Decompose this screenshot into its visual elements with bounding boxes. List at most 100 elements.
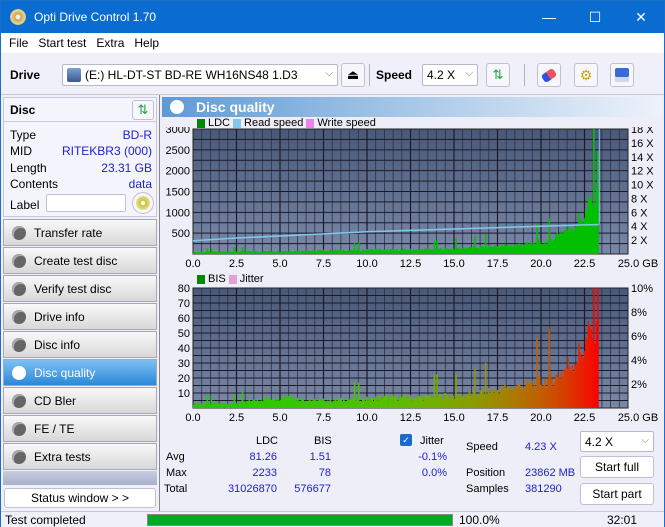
samples-label: Samples — [466, 483, 509, 495]
speed-value: 4.2 X — [427, 68, 456, 82]
type-value: BD-R — [122, 128, 152, 142]
nav-create-test-disc[interactable]: Create test disc — [3, 247, 157, 274]
x-tick-label: 2.5 — [229, 258, 244, 270]
nav-label: FE / TE — [34, 421, 75, 436]
nav-drive-info[interactable]: Drive info — [3, 303, 157, 330]
y2-tick-label: 4% — [631, 355, 647, 367]
nav-fe-te[interactable]: FE / TE — [3, 415, 157, 442]
refresh-arrows-icon: ⇅ — [492, 67, 504, 82]
eject-icon: ⏏ — [346, 67, 360, 82]
eject-button[interactable]: ⏏ — [341, 63, 365, 87]
nav-spacer — [3, 471, 157, 485]
x-tick-label: 15.0 — [443, 258, 464, 270]
x-tick-label: 7.5 — [316, 412, 331, 424]
gears-icon: ⚙ — [579, 66, 593, 83]
y2-tick-label: 16 X — [631, 138, 654, 150]
y2-tick-label: 8 X — [631, 193, 648, 205]
y2-tick-label: 14 X — [631, 152, 654, 164]
y2-tick-label: 6% — [631, 331, 647, 343]
disc-gear-icon — [12, 281, 26, 296]
y2-tick-label: 8% — [631, 307, 647, 319]
start-part-button[interactable]: Start part — [580, 483, 654, 505]
menu-bar: File Start test Extra Help — [1, 33, 664, 53]
x-tick-label: 22.5 — [574, 258, 595, 270]
x-tick-label: 0.0 — [185, 412, 200, 424]
minimize-button[interactable]: — — [526, 1, 572, 33]
y-tick-label: 40 — [178, 343, 190, 355]
nav-label: Transfer rate — [34, 225, 103, 240]
x-tick-label: 20.0 — [530, 412, 551, 424]
drive-label: Drive — [10, 68, 41, 82]
x-tick-label: 15.0 — [443, 412, 464, 424]
copy-button[interactable]: ⚙ — [574, 63, 598, 87]
drive-select[interactable]: (E:) HL-DT-ST BD-RE WH16NS48 1.D3 ⌵ — [62, 64, 338, 86]
nav-verify-test-disc[interactable]: Verify test disc — [3, 275, 157, 302]
y2-tick-label: 6 X — [631, 207, 648, 219]
x-tick-label: 0.0 — [185, 258, 200, 270]
max-bis: 78 — [318, 467, 331, 479]
data-bar — [597, 288, 599, 408]
total-label: Total — [164, 483, 188, 495]
nav-label: Create test disc — [34, 253, 118, 268]
nav-cd-bler[interactable]: CD Bler — [3, 387, 157, 414]
panel-header: Disc quality — [162, 97, 662, 117]
speed-select[interactable]: 4.2 X ⌵ — [422, 64, 478, 86]
maximize-button[interactable]: ☐ — [572, 1, 618, 33]
label-label: Label — [10, 198, 40, 212]
window-title: Opti Drive Control 1.70 — [34, 10, 157, 24]
menu-help[interactable]: Help — [134, 36, 159, 50]
disc-refresh-button[interactable]: ⇅ — [132, 100, 154, 120]
divider — [524, 64, 525, 86]
nav-transfer-rate[interactable]: Transfer rate — [3, 219, 157, 246]
x-tick-label: 10.0 — [356, 412, 377, 424]
nav-label: Verify test disc — [34, 281, 112, 296]
refresh-button[interactable]: ⇅ — [486, 63, 510, 87]
x-tick-label: 12.5 — [400, 412, 421, 424]
label-input[interactable] — [46, 194, 126, 212]
x-tick-label: 5.0 — [272, 258, 287, 270]
menu-file[interactable]: File — [9, 36, 28, 50]
start-full-button[interactable]: Start full — [580, 456, 654, 478]
ldc-chart: 500 1000 1500 2000 2500 3000 2 X 4 X 6 X 8 X10 X 1… — [166, 127, 659, 270]
nav-label: Disc info — [34, 337, 81, 352]
y-tick-label: 1500 — [166, 187, 190, 199]
samples-value: 381290 — [525, 483, 562, 495]
avg-label: Avg — [166, 451, 185, 463]
label-write-button[interactable] — [132, 192, 154, 214]
disc-gear-icon — [12, 225, 26, 240]
save-button[interactable] — [610, 63, 634, 87]
y-tick-label: 2500 — [166, 145, 190, 157]
jitter-label: Jitter — [420, 435, 444, 447]
nav-disc-info[interactable]: Disc info — [3, 331, 157, 358]
panel-title: Disc quality — [196, 99, 275, 115]
progress-percent: 100.0% — [459, 513, 500, 527]
nav-extra-tests[interactable]: Extra tests — [3, 443, 157, 470]
y2-tick-label: 10% — [631, 283, 653, 295]
drive-value: (E:) HL-DT-ST BD-RE WH16NS48 1.D3 — [85, 68, 298, 82]
chevron-down-icon: ⌵ — [465, 68, 473, 79]
app-disc-icon — [10, 9, 26, 25]
jitter-checkbox[interactable]: ✓ — [400, 434, 412, 446]
y2-tick-label: 10 X — [631, 180, 654, 192]
max-label: Max — [166, 467, 187, 479]
disc-gear-icon — [12, 449, 26, 464]
toolbar: Drive (E:) HL-DT-ST BD-RE WH16NS48 1.D3 … — [1, 53, 664, 95]
chevron-down-icon: ⌵ — [641, 435, 649, 446]
menu-extra[interactable]: Extra — [96, 36, 124, 50]
sidebar: Disc ⇅ Type BD-R MID RITEKBR3 (000) Length… — [1, 95, 159, 511]
nav-label: Drive info — [34, 309, 85, 324]
x-tick-label: 17.5 — [487, 258, 508, 270]
menu-start-test[interactable]: Start test — [38, 36, 86, 50]
length-label: Length — [10, 161, 47, 175]
x-tick-label: 25.0 GB — [618, 258, 658, 270]
close-button[interactable]: ✕ — [618, 1, 664, 33]
speed-label: Speed — [376, 68, 413, 82]
erase-button[interactable] — [537, 63, 561, 87]
x-tick-label: 7.5 — [316, 258, 331, 270]
disc-header-label: Disc — [10, 103, 36, 117]
status-window-button[interactable]: Status window > > — [4, 488, 156, 508]
test-speed-select[interactable]: 4.2 X ⌵ — [580, 431, 654, 452]
mid-value: RITEKBR3 (000) — [61, 144, 152, 158]
col-bis: BIS — [314, 435, 332, 447]
nav-disc-quality[interactable]: Disc quality — [3, 359, 157, 386]
